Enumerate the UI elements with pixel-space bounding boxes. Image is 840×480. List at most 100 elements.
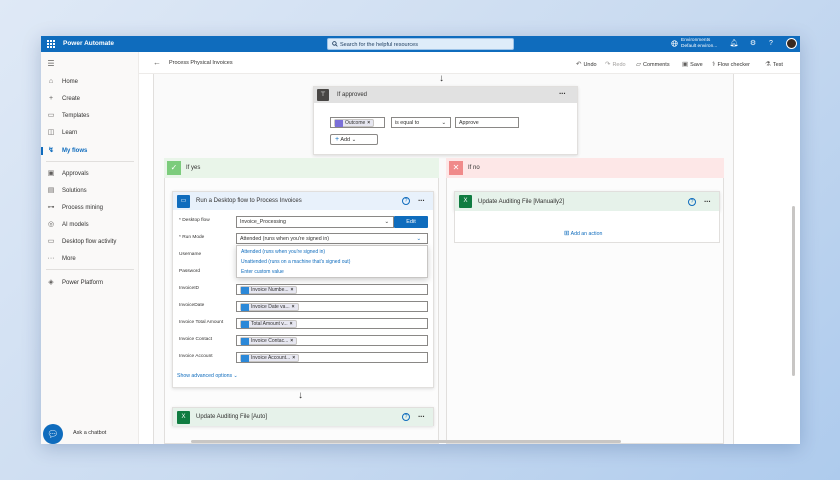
nav-label: Approvals	[62, 171, 89, 177]
redo-label: Redo	[612, 62, 626, 68]
help-icon[interactable]: ?	[688, 198, 696, 206]
save-button[interactable]: ▣ Save	[682, 60, 703, 68]
param-field-invoice-contact[interactable]: Invoice Contac... ×	[236, 335, 428, 346]
undo-button[interactable]: ↶ Undo	[576, 60, 597, 68]
home-icon: ⌂	[48, 78, 54, 85]
horizontal-scrollbar[interactable]	[191, 440, 621, 443]
desktop-flow-select[interactable]: Invoice_Processing ⌄	[236, 216, 394, 228]
chevron-down-icon: ⌄	[233, 373, 238, 379]
approvals-icon: ▣	[47, 170, 55, 177]
update-auditing-auto-header[interactable]: X Update Auditing File [Auto] ? ···	[173, 408, 433, 426]
flow-checker-button[interactable]: ⚕ Flow checker	[712, 60, 750, 68]
remove-token-icon[interactable]: ×	[291, 287, 294, 293]
environment-picker[interactable]: Environments Default environ...	[671, 38, 717, 49]
add-action-label: Add an action	[570, 231, 603, 237]
nav-item-desktop-flow-activity[interactable]: ▭ Desktop flow activity	[46, 236, 136, 248]
nav-item-create[interactable]: + Create	[46, 93, 136, 105]
nav-item-solutions[interactable]: ▤ Solutions	[46, 185, 136, 197]
param-field-invoicedate[interactable]: Invoice Date va... ×	[236, 301, 428, 312]
remove-token-icon[interactable]: ×	[292, 355, 295, 361]
param-field-invoice-total[interactable]: Total Amount v... ×	[236, 318, 428, 329]
edit-button[interactable]: Edit	[394, 216, 428, 228]
search-box[interactable]: Search for the helpful resources	[327, 38, 514, 50]
nav-item-power-platform[interactable]: ◈ Power Platform	[46, 277, 136, 289]
nav-item-learn[interactable]: ◫ Learn	[46, 127, 136, 139]
remove-token-icon[interactable]: ×	[367, 120, 370, 126]
condition-value-input[interactable]: Approve	[455, 117, 519, 128]
test-label: Test	[772, 62, 783, 68]
run-mode-select[interactable]: Attended (runs when you're signed in) ⌄	[236, 233, 428, 244]
bell-icon[interactable]: 🔔︎	[729, 39, 739, 49]
help-icon[interactable]: ?	[402, 413, 410, 421]
token-icon	[241, 286, 249, 294]
yes-branch-header[interactable]: ✓ If yes	[164, 158, 439, 178]
desktop-flow-action-card[interactable]: ▭ Run a Desktop flow to Process Invoices…	[172, 191, 434, 388]
comments-button[interactable]: ▱ Comments	[636, 60, 670, 68]
more-options-icon[interactable]: ···	[418, 196, 425, 205]
param-label-invoiceid: InvoiceID	[179, 286, 199, 291]
condition-operand-field[interactable]: Outcome ×	[330, 117, 385, 128]
back-arrow-icon[interactable]: ←	[153, 58, 161, 67]
dynamic-token[interactable]: Invoice Date va... ×	[240, 302, 299, 311]
app-window: Power Automate Search for the helpful re…	[41, 36, 800, 444]
hamburger-icon[interactable]: ☰	[46, 58, 58, 70]
flow-canvas[interactable]: ↓ ⊤ If approved ··· Outcome × is equal to…	[153, 74, 734, 444]
outcome-token[interactable]: Outcome ×	[334, 118, 375, 127]
add-an-action-link[interactable]: ⊞ Add an action	[564, 229, 602, 237]
nav-item-process-mining[interactable]: ⊶ Process mining	[46, 202, 136, 214]
nav-item-my-flows[interactable]: ↯ My flows	[41, 145, 136, 157]
search-placeholder: Search for the helpful resources	[340, 42, 418, 48]
more-options-icon[interactable]: ···	[418, 412, 425, 421]
avatar[interactable]	[786, 38, 797, 49]
desktop-monitor-icon: ▭	[177, 195, 190, 208]
redo-button[interactable]: ↷ Redo	[605, 60, 626, 68]
condition-operator-select[interactable]: is equal to ⌄	[391, 117, 451, 128]
more-options-icon[interactable]: ···	[559, 89, 566, 98]
app-title[interactable]: Power Automate	[63, 40, 114, 47]
vertical-scrollbar[interactable]	[792, 206, 795, 376]
no-branch-header[interactable]: ✕ If no	[446, 158, 724, 178]
top-bar: Power Automate Search for the helpful re…	[41, 36, 800, 52]
add-button[interactable]: + Add ⌄	[330, 134, 378, 145]
token-label: Invoice Contac...	[251, 337, 289, 344]
nav-item-templates[interactable]: ▭ Templates	[46, 110, 136, 122]
remove-token-icon[interactable]: ×	[292, 304, 295, 310]
run-mode-option-attended[interactable]: Attended (runs when you're signed in)	[237, 247, 427, 257]
desktop-flow-action-header[interactable]: ▭ Run a Desktop flow to Process Invoices…	[173, 192, 433, 210]
more-options-icon[interactable]: ···	[704, 197, 711, 206]
update-auditing-auto-card[interactable]: X Update Auditing File [Auto] ? ···	[172, 407, 434, 426]
help-icon[interactable]: ?	[402, 197, 410, 205]
dynamic-token[interactable]: Invoice Contac... ×	[240, 336, 298, 345]
show-advanced-options-link[interactable]: Show advanced options ⌄	[177, 373, 238, 379]
gear-icon[interactable]: ⚙	[748, 39, 758, 49]
run-mode-option-unattended[interactable]: Unattended (runs on a machine that's sig…	[237, 257, 427, 267]
test-button[interactable]: ⚗ Test	[765, 60, 783, 68]
chatbot-label[interactable]: Ask a chatbot	[73, 430, 106, 436]
help-icon[interactable]: ?	[766, 39, 776, 49]
username-label: Username	[179, 252, 202, 257]
nav-item-more[interactable]: ··· More	[46, 253, 136, 265]
update-auditing-manual-header[interactable]: X Update Auditing File [Manually2] ? ···	[455, 192, 719, 212]
run-mode-option-custom[interactable]: Enter custom value	[237, 267, 427, 277]
param-field-invoice-account[interactable]: Invoice Account... ×	[236, 352, 428, 363]
chatbot-button[interactable]: 💬︎	[43, 424, 63, 444]
dynamic-token[interactable]: Invoice Account... ×	[240, 353, 300, 362]
run-mode-label: * Run Mode	[179, 235, 205, 240]
run-mode-dropdown: Attended (runs when you're signed in) Un…	[236, 245, 428, 278]
condition-header[interactable]: ⊤ If approved ···	[314, 87, 577, 103]
globe-icon	[671, 40, 678, 47]
param-field-invoiceid[interactable]: Invoice Numbe... ×	[236, 284, 428, 295]
down-arrow-icon: ↓	[439, 74, 444, 84]
dynamic-token[interactable]: Total Amount v... ×	[240, 319, 297, 328]
remove-token-icon[interactable]: ×	[290, 321, 293, 327]
condition-card[interactable]: ⊤ If approved ··· Outcome × is equal to ⌄ …	[313, 86, 578, 155]
app-launcher-icon[interactable]	[47, 40, 55, 48]
dynamic-token[interactable]: Invoice Numbe... ×	[240, 285, 298, 294]
nav-item-approvals[interactable]: ▣ Approvals	[46, 168, 136, 180]
update-auditing-manual-card[interactable]: X Update Auditing File [Manually2] ? ···	[454, 191, 720, 212]
nav-item-home[interactable]: ⌂ Home	[46, 76, 136, 88]
comment-icon: ▱	[636, 61, 641, 68]
nav-label: My flows	[62, 148, 88, 154]
remove-token-icon[interactable]: ×	[290, 338, 293, 344]
nav-item-ai-models[interactable]: ◎ AI models	[46, 219, 136, 231]
